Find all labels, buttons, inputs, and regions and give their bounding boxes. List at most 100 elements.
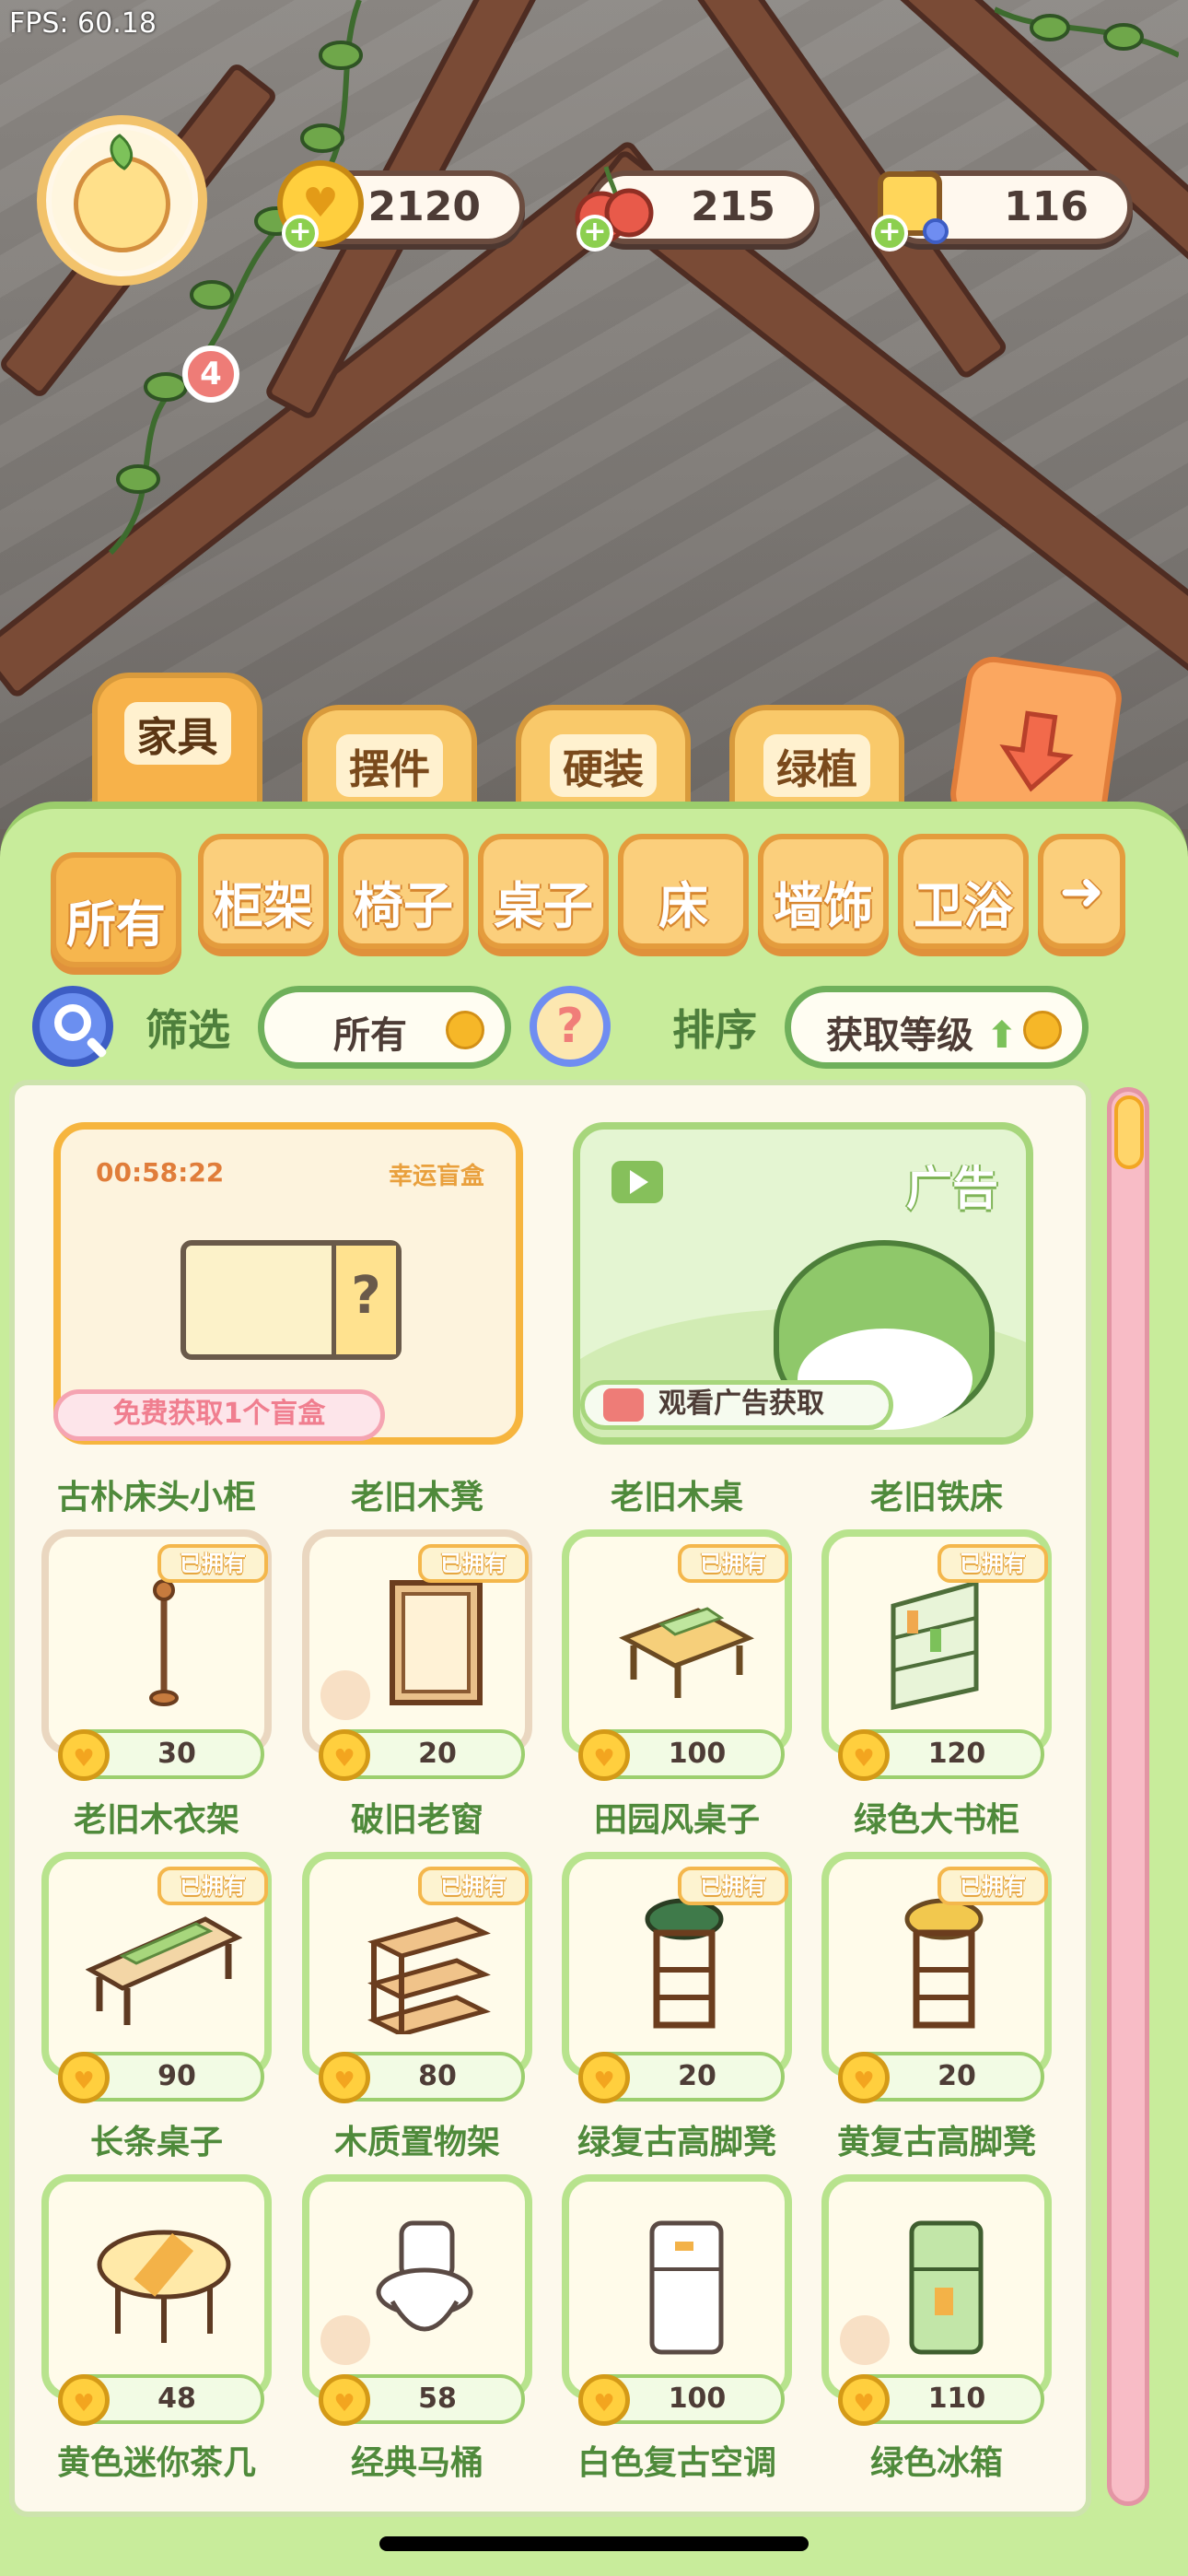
hint-icon[interactable] bbox=[840, 2315, 890, 2365]
add-tickets-button[interactable]: + bbox=[871, 215, 908, 252]
price-value: 30 bbox=[157, 1738, 196, 1770]
watch-ad-button[interactable]: 观看广告获取 bbox=[580, 1380, 893, 1430]
round-table-icon bbox=[86, 2219, 242, 2357]
filter-dropdown[interactable]: 所有 bbox=[258, 986, 511, 1069]
price-tag[interactable]: 80 bbox=[319, 2052, 525, 2103]
price-tag[interactable]: 30 bbox=[58, 1729, 264, 1781]
price-tag[interactable]: 100 bbox=[578, 1729, 785, 1781]
fps-counter: FPS: 60.18 bbox=[9, 7, 157, 40]
item-card[interactable]: 已拥有 90 bbox=[41, 1852, 272, 2103]
price-tag[interactable]: 110 bbox=[838, 2374, 1044, 2426]
player-avatar[interactable]: 4 bbox=[37, 115, 239, 403]
free-blind-box-button[interactable]: 免费获取1个盲盒 bbox=[53, 1389, 385, 1441]
coin-icon bbox=[838, 2374, 890, 2426]
filter-value: 所有 bbox=[333, 1014, 407, 1057]
owned-badge: 已拥有 bbox=[418, 1544, 529, 1583]
tab-hardware[interactable]: 硬装 bbox=[516, 705, 691, 806]
item-name: 白色复古空调 bbox=[577, 2444, 776, 2482]
cherry-value: 215 bbox=[691, 183, 775, 230]
tab-furniture[interactable]: 家具 bbox=[92, 673, 262, 811]
subtab-table[interactable]: 桌子 bbox=[478, 834, 609, 949]
item-name: 绿色冰箱 bbox=[869, 2444, 1003, 2482]
add-cherries-button[interactable]: + bbox=[577, 215, 613, 252]
item-card[interactable]: 已拥有 20 bbox=[562, 1852, 792, 2103]
hint-icon[interactable] bbox=[320, 1670, 370, 1720]
level-badge: 4 bbox=[182, 345, 239, 403]
item-card[interactable]: 已拥有 80 bbox=[302, 1852, 532, 2103]
tab-label: 家具 bbox=[123, 702, 231, 765]
subtab-cabinet[interactable]: 柜架 bbox=[198, 834, 329, 949]
ad-card[interactable]: 广告 观看广告获取 bbox=[573, 1122, 1033, 1445]
subtab-all[interactable]: 所有 bbox=[51, 852, 181, 967]
item-card[interactable]: 已拥有 30 bbox=[41, 1529, 272, 1781]
subtab-next-button[interactable]: ➜ bbox=[1038, 834, 1125, 949]
item-name: 绿复古高脚凳 bbox=[577, 2124, 776, 2161]
price-tag[interactable]: 90 bbox=[58, 2052, 264, 2103]
price-tag[interactable]: 20 bbox=[319, 1729, 525, 1781]
item-name: 绿色大书柜 bbox=[853, 1801, 1019, 1839]
tab-decor[interactable]: 摆件 bbox=[302, 705, 477, 806]
price-value: 80 bbox=[418, 2060, 457, 2092]
item-card[interactable]: 已拥有 20 bbox=[821, 1852, 1052, 2103]
scrollbar[interactable] bbox=[1107, 1087, 1149, 2506]
subtab-bath[interactable]: 卫浴 bbox=[898, 834, 1029, 949]
item-card[interactable]: 已拥有 20 bbox=[302, 1529, 532, 1781]
item-name: 老旧木桌 bbox=[610, 1479, 743, 1516]
tab-label: 绿植 bbox=[763, 734, 870, 797]
stool-yellow-icon bbox=[866, 1896, 1022, 2034]
price-tag[interactable]: 48 bbox=[58, 2374, 264, 2426]
arrow-up-icon: ⬆ bbox=[985, 1014, 1018, 1057]
lucky-box-tag: 幸运盲盒 bbox=[388, 1163, 484, 1190]
ticket-counter[interactable]: + 116 bbox=[871, 170, 1133, 252]
price-value: 48 bbox=[157, 2383, 196, 2415]
tab-plants[interactable]: 绿植 bbox=[729, 705, 904, 806]
price-tag[interactable]: 58 bbox=[319, 2374, 525, 2426]
subtab-wall[interactable]: 墙饰 bbox=[758, 834, 889, 949]
price-value: 58 bbox=[418, 2383, 457, 2415]
price-value: 110 bbox=[927, 2383, 986, 2415]
blind-box-card[interactable]: 00:58:22 幸运盲盒 ? 免费获取1个盲盒 bbox=[53, 1122, 523, 1445]
ticket-value: 116 bbox=[1004, 183, 1089, 230]
subtab-chair[interactable]: 椅子 bbox=[338, 834, 469, 949]
owned-badge: 已拥有 bbox=[157, 1544, 268, 1583]
owned-badge: 已拥有 bbox=[678, 1544, 788, 1583]
item-card[interactable]: 58 bbox=[302, 2174, 532, 2426]
item-card[interactable]: 已拥有 100 bbox=[562, 1529, 792, 1781]
long-table-icon bbox=[85, 1896, 243, 2034]
item-card[interactable]: 100 bbox=[562, 2174, 792, 2426]
item-card[interactable]: 48 bbox=[41, 2174, 272, 2426]
sort-value-text: 获取等级 bbox=[826, 1014, 973, 1057]
arrow-down-icon bbox=[999, 710, 1074, 792]
home-indicator[interactable] bbox=[379, 2536, 809, 2551]
leaf-icon bbox=[110, 134, 134, 170]
mystery-box-icon: ? bbox=[181, 1240, 402, 1360]
help-button[interactable]: ? bbox=[530, 986, 611, 1067]
subtab-label: 椅子 bbox=[354, 877, 453, 935]
coin-icon bbox=[319, 1729, 370, 1781]
owned-badge: 已拥有 bbox=[418, 1867, 529, 1905]
filter-bar: 筛选 所有 ? 排序 获取等级 ⬆ bbox=[0, 977, 1188, 1087]
subtab-bed[interactable]: 床 bbox=[618, 834, 749, 949]
price-tag[interactable]: 20 bbox=[838, 2052, 1044, 2103]
price-tag[interactable]: 100 bbox=[578, 2374, 785, 2426]
question-mark: ? bbox=[332, 1246, 396, 1354]
owned-badge: 已拥有 bbox=[938, 1544, 1048, 1583]
coin-icon bbox=[578, 2374, 630, 2426]
add-coins-button[interactable]: + bbox=[282, 215, 319, 252]
chevron-down-icon bbox=[446, 1011, 484, 1049]
sort-dropdown[interactable]: 获取等级 ⬆ bbox=[785, 986, 1089, 1069]
coin-counter[interactable]: ♥ + 2120 bbox=[277, 160, 525, 252]
search-button[interactable] bbox=[32, 986, 113, 1067]
price-tag[interactable]: 20 bbox=[578, 2052, 785, 2103]
play-icon bbox=[611, 1161, 663, 1203]
item-card[interactable]: 已拥有 120 bbox=[821, 1529, 1052, 1781]
cherry-counter[interactable]: + 215 bbox=[575, 166, 820, 252]
arrow-right-icon: ➜ bbox=[1059, 860, 1104, 922]
price-tag[interactable]: 120 bbox=[838, 1729, 1044, 1781]
table-icon bbox=[606, 1574, 763, 1712]
price-value: 120 bbox=[927, 1738, 986, 1770]
hint-icon[interactable] bbox=[320, 2315, 370, 2365]
scroll-thumb[interactable] bbox=[1114, 1095, 1144, 1169]
item-card[interactable]: 110 bbox=[821, 2174, 1052, 2426]
price-value: 100 bbox=[668, 2383, 727, 2415]
